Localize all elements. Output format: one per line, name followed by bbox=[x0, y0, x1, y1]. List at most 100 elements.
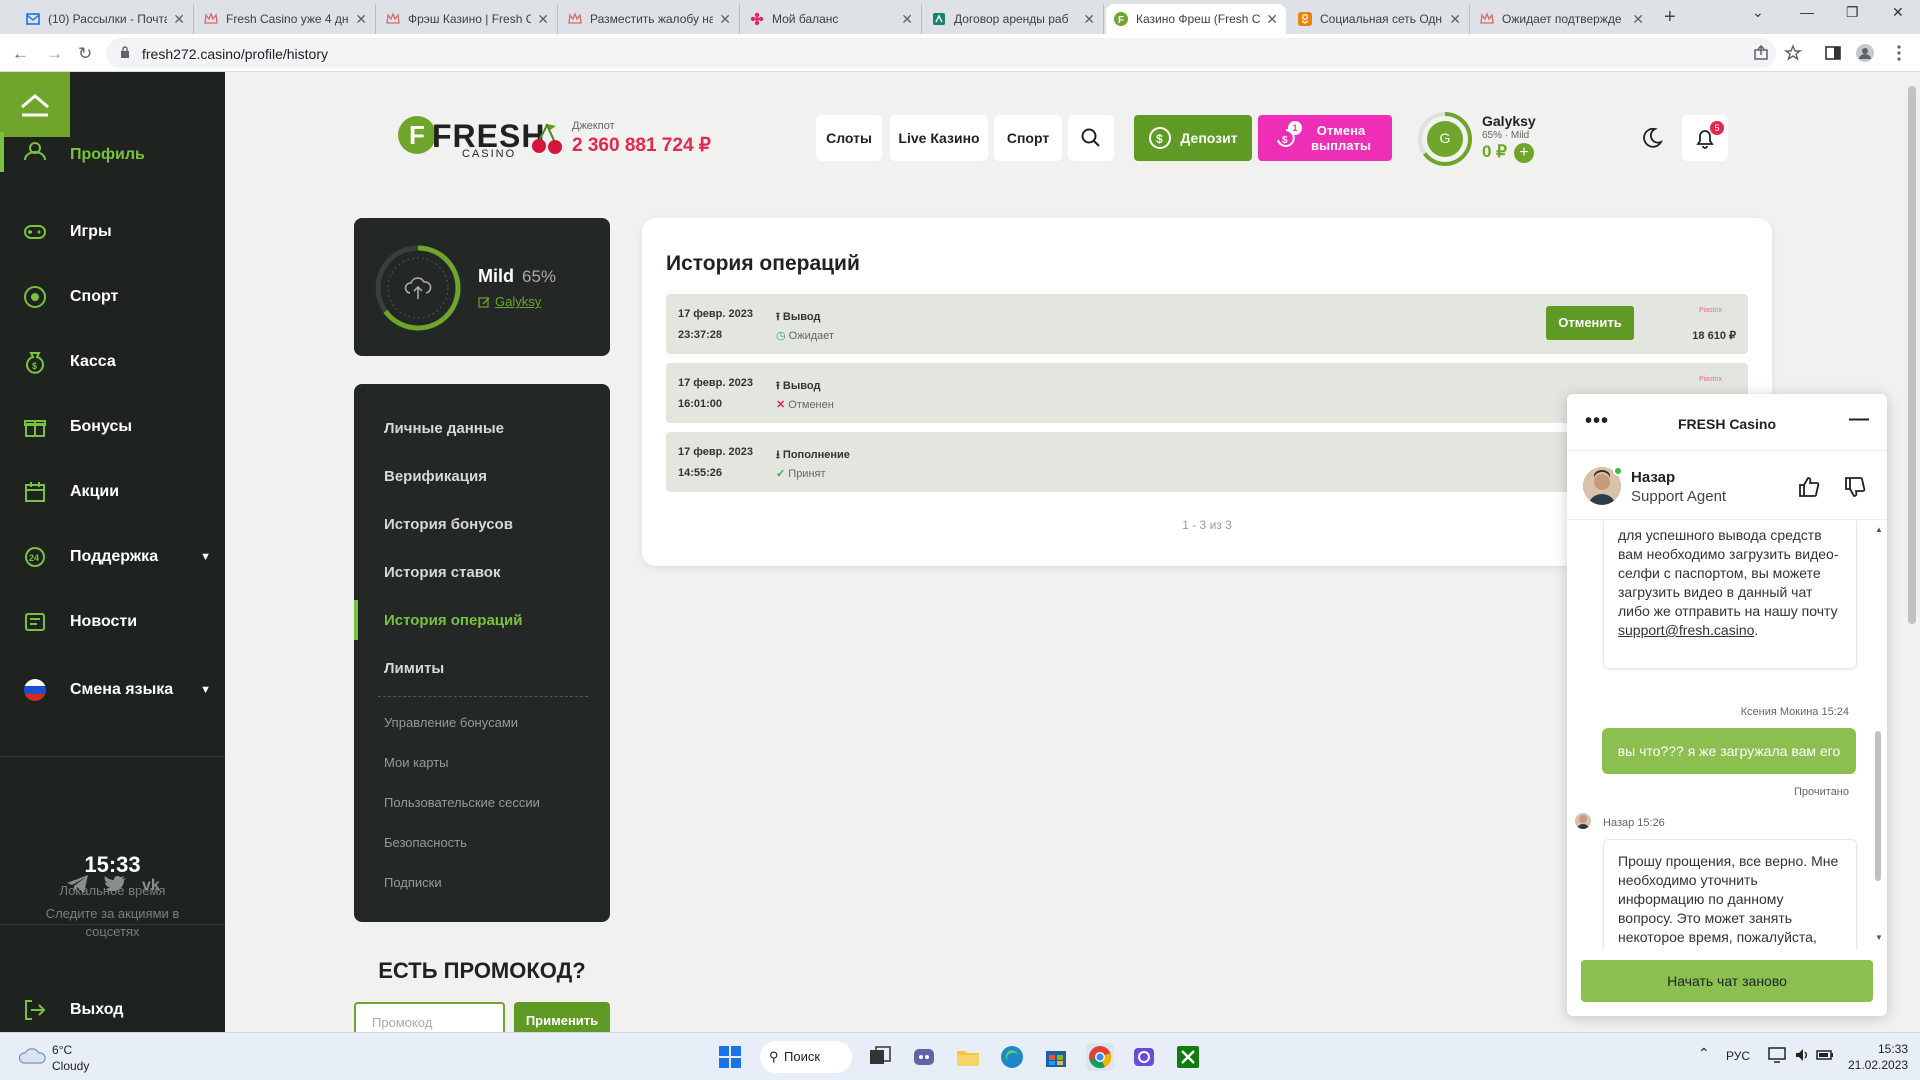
maximize-icon[interactable]: ❐ bbox=[1846, 4, 1859, 21]
logout-button[interactable]: Выход bbox=[0, 990, 225, 1030]
monitor-icon[interactable] bbox=[1768, 1047, 1786, 1063]
menu-user-sessions[interactable]: Пользовательские сессии bbox=[384, 795, 540, 810]
forward-arrow-icon[interactable]: → bbox=[46, 44, 63, 64]
menu-operations-history[interactable]: История операций bbox=[384, 612, 522, 629]
taskbar-search[interactable]: ⚲ Поиск bbox=[760, 1041, 852, 1073]
cancel-withdrawal-button[interactable]: Отменить bbox=[1546, 306, 1634, 340]
sidebar-item-support[interactable]: 24 Поддержка ▼ bbox=[0, 537, 225, 577]
back-arrow-icon[interactable]: ← bbox=[12, 44, 29, 64]
level-username-link[interactable]: Galyksy bbox=[478, 294, 541, 309]
tab-close-icon[interactable]: ✕ bbox=[901, 11, 913, 28]
sidebar-item-promotions[interactable]: Акции bbox=[0, 472, 225, 512]
promo-code-input[interactable]: Промокод bbox=[354, 1002, 505, 1032]
browser-tab[interactable]: Мой баланс ✕ bbox=[742, 4, 922, 34]
side-panel-icon[interactable] bbox=[1824, 44, 1842, 62]
minimize-icon[interactable]: — bbox=[1800, 4, 1814, 20]
nav-slots[interactable]: Слоты bbox=[816, 115, 882, 161]
tab-close-icon[interactable]: ✕ bbox=[537, 11, 549, 28]
menu-personal-data[interactable]: Личные данные bbox=[384, 420, 504, 437]
share-icon[interactable] bbox=[1752, 44, 1770, 62]
file-explorer-icon[interactable] bbox=[954, 1043, 982, 1071]
support-email-link[interactable]: support@fresh.casino bbox=[1618, 622, 1754, 638]
menu-limits[interactable]: Лимиты bbox=[384, 660, 444, 677]
browser-tab[interactable]: (10) Рассылки - Почта ✕ bbox=[18, 4, 194, 34]
deposit-button[interactable]: $ Депозит bbox=[1134, 115, 1252, 161]
browser-tab[interactable]: Ожидает подтвержде ✕ bbox=[1472, 4, 1652, 34]
battery-icon[interactable] bbox=[1816, 1047, 1834, 1063]
sidebar-item-cashier[interactable]: $ Касса bbox=[0, 342, 225, 382]
scroll-down-icon[interactable]: ▼ bbox=[1875, 933, 1883, 942]
cancel-payout-button[interactable]: $ Отмена выплаты 1 bbox=[1258, 115, 1392, 161]
restart-chat-button[interactable]: Начать чат заново bbox=[1581, 960, 1873, 1002]
browser-tab-active[interactable]: F Казино Фреш (Fresh С ✕ bbox=[1106, 4, 1286, 34]
sidebar-item-profile[interactable]: Профиль bbox=[0, 140, 225, 170]
input-language[interactable]: РУС bbox=[1726, 1049, 1750, 1063]
tab-close-icon[interactable]: ✕ bbox=[1449, 11, 1461, 28]
task-view-icon[interactable] bbox=[866, 1043, 894, 1071]
menu-bonus-history[interactable]: История бонусов bbox=[384, 516, 513, 533]
notifications-button[interactable]: 5 bbox=[1682, 115, 1728, 161]
chat-minimize-icon[interactable]: — bbox=[1849, 408, 1869, 431]
tray-expand-icon[interactable]: ⌃ bbox=[1698, 1045, 1710, 1062]
store-icon[interactable] bbox=[1042, 1043, 1070, 1071]
window-close-icon[interactable]: ✕ bbox=[1892, 4, 1904, 21]
thumbs-up-icon[interactable] bbox=[1797, 475, 1821, 499]
browser-tab[interactable]: Fresh Casino уже 4 дня ✕ bbox=[196, 4, 376, 34]
sidebar-item-games[interactable]: Игры bbox=[0, 212, 225, 252]
add-funds-button[interactable]: + bbox=[1514, 143, 1534, 163]
tab-list-chevron-icon[interactable]: ⌄ bbox=[1752, 4, 1764, 21]
tab-close-icon[interactable]: ✕ bbox=[355, 11, 367, 28]
url-bar[interactable]: fresh272.casino/profile/history bbox=[106, 38, 1776, 68]
tab-close-icon[interactable]: ✕ bbox=[1632, 11, 1644, 28]
chrome-icon[interactable] bbox=[1086, 1043, 1114, 1071]
menu-security[interactable]: Безопасность bbox=[384, 835, 467, 850]
browser-tab[interactable]: Разместить жалобу на ✕ bbox=[560, 4, 740, 34]
vk-icon[interactable]: vk bbox=[142, 874, 166, 894]
menu-bonus-management[interactable]: Управление бонусами bbox=[384, 715, 518, 730]
tab-close-icon[interactable]: ✕ bbox=[173, 11, 185, 28]
more-menu-icon[interactable] bbox=[1890, 44, 1908, 62]
user-avatar[interactable]: G bbox=[1416, 110, 1474, 168]
profile-avatar-icon[interactable] bbox=[1856, 44, 1874, 62]
browser-tab[interactable]: Договор аренды раб ✕ bbox=[924, 4, 1104, 34]
teams-chat-icon[interactable] bbox=[910, 1043, 938, 1071]
nav-live-casino[interactable]: Live Казино bbox=[890, 115, 988, 161]
edge-icon[interactable] bbox=[998, 1043, 1026, 1071]
tab-title: Социальная сеть Одн bbox=[1320, 12, 1443, 26]
tab-close-icon[interactable]: ✕ bbox=[719, 11, 731, 28]
user-initial: G bbox=[1439, 130, 1451, 146]
sidebar-item-bonuses[interactable]: Бонусы bbox=[0, 407, 225, 447]
menu-verification[interactable]: Верификация bbox=[384, 468, 487, 485]
telegram-icon[interactable] bbox=[66, 874, 90, 894]
menu-my-cards[interactable]: Мои карты bbox=[384, 755, 449, 770]
menu-bet-history[interactable]: История ставок bbox=[384, 564, 500, 581]
search-button[interactable] bbox=[1068, 115, 1114, 161]
page-scroll-thumb[interactable] bbox=[1908, 86, 1916, 624]
tab-close-icon[interactable]: ✕ bbox=[1266, 11, 1278, 28]
system-clock[interactable]: 15:33 21.02.2023 bbox=[1848, 1041, 1908, 1073]
volume-icon[interactable] bbox=[1794, 1047, 1810, 1063]
twitter-icon[interactable] bbox=[104, 874, 128, 894]
sidebar-item-sport[interactable]: Спорт bbox=[0, 277, 225, 317]
sidebar-item-language[interactable]: Смена языка ▼ bbox=[0, 670, 225, 710]
chat-scroll-thumb[interactable] bbox=[1875, 731, 1881, 881]
scroll-up-icon[interactable]: ▲ bbox=[1875, 525, 1883, 534]
tab-close-icon[interactable]: ✕ bbox=[1083, 11, 1095, 28]
thumbs-down-icon[interactable] bbox=[1843, 475, 1867, 499]
chat-scrollbar[interactable]: ▲ ▼ bbox=[1873, 521, 1883, 949]
promo-apply-button[interactable]: Применить bbox=[514, 1002, 610, 1032]
nav-sport[interactable]: Спорт bbox=[994, 115, 1062, 161]
theme-toggle[interactable] bbox=[1629, 115, 1675, 161]
camera-app-icon[interactable] bbox=[1130, 1043, 1158, 1071]
new-tab-plus-icon[interactable]: + bbox=[1664, 6, 1676, 29]
windows-start-icon[interactable] bbox=[716, 1043, 744, 1071]
reload-icon[interactable]: ↻ bbox=[78, 44, 92, 64]
home-button[interactable] bbox=[0, 72, 70, 137]
sidebar-item-news[interactable]: Новости bbox=[0, 602, 225, 642]
menu-subscriptions[interactable]: Подписки bbox=[384, 875, 442, 890]
xbox-icon[interactable] bbox=[1174, 1043, 1202, 1071]
browser-tab[interactable]: Социальная сеть Одн ✕ bbox=[1290, 4, 1470, 34]
page-scrollbar[interactable] bbox=[1904, 72, 1920, 1032]
bookmark-star-icon[interactable] bbox=[1784, 44, 1802, 62]
browser-tab[interactable]: Фрэш Казино | Fresh С ✕ bbox=[378, 4, 558, 34]
